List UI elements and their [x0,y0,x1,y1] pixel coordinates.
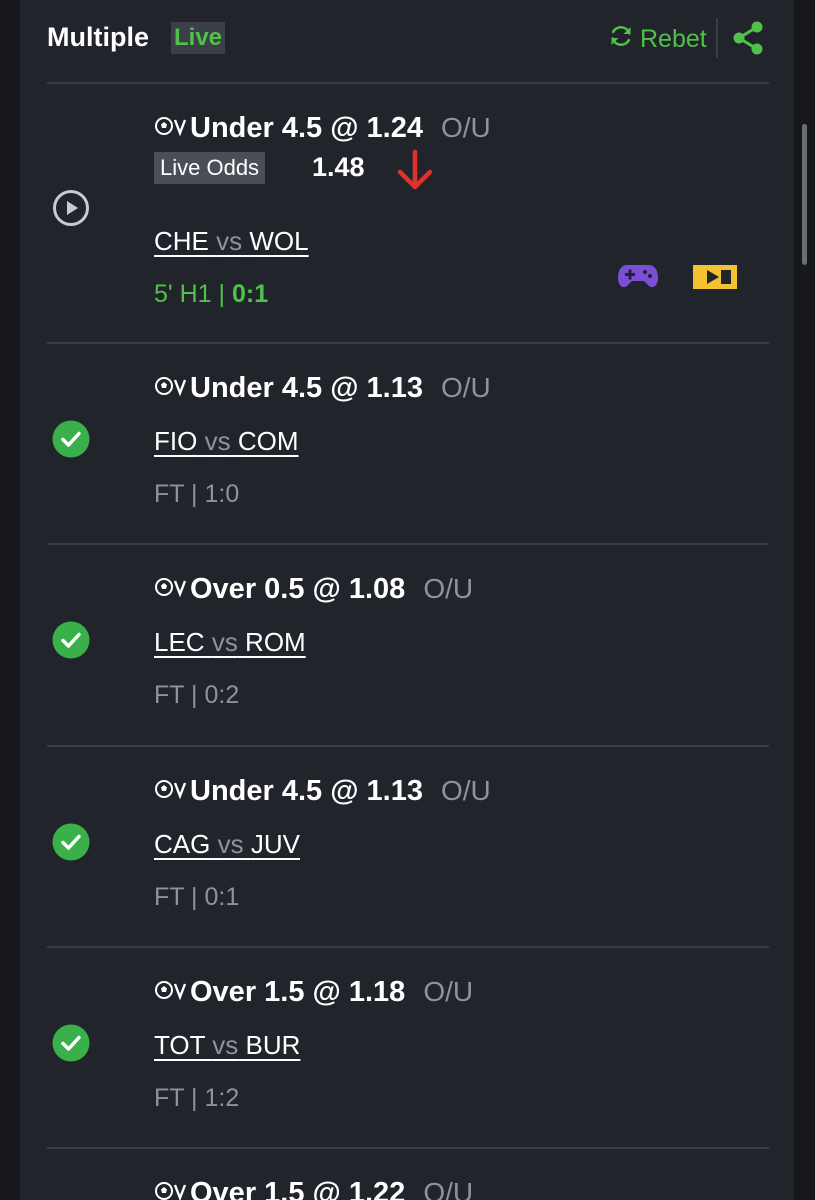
away-team: BUR [245,1030,301,1060]
away-team: JUV [250,829,300,859]
selection-text: Under 4.5 @ 1.13 [190,372,423,404]
market-label: O/U [423,1177,474,1200]
away-team: ROM [245,627,306,657]
home-team: LEC [154,627,205,657]
match-teams[interactable]: CAG vs JUV [154,829,300,860]
soccer-ball-icon [154,115,190,137]
market-label: O/U [441,112,491,143]
selection-text: Under 4.5 @ 1.13 [190,775,423,807]
home-team: CHE [154,226,209,256]
away-team: WOL [249,226,309,256]
bet-leg[interactable]: Over 1.5 @ 1.22 O/U [20,1149,794,1200]
soccer-ball-icon [154,778,190,800]
selection-text: Over 0.5 @ 1.08 [190,573,406,605]
bet-leg[interactable]: Under 4.5 @ 1.13 O/U FIO vs COM FT | 1:0 [20,344,794,543]
selection-line: Under 4.5 @ 1.24 O/U [154,112,491,145]
soccer-ball-icon [154,1180,190,1200]
market-label: O/U [423,976,474,1007]
away-team: COM [237,426,299,456]
market-label: O/U [441,372,491,403]
selection-text: Over 1.5 @ 1.18 [190,976,406,1008]
vs-label: vs [204,426,231,456]
selection-line: Over 0.5 @ 1.08 O/U [154,573,473,606]
home-team: TOT [154,1030,206,1060]
rebet-label: Rebet [640,24,707,53]
bet-leg[interactable]: Under 4.5 @ 1.24 O/U Live Odds 1.48 CHE … [20,84,794,342]
vs-label: vs [212,1030,239,1060]
refresh-icon [608,23,640,56]
selection-line: Over 1.5 @ 1.18 O/U [154,976,473,1009]
share-icon[interactable] [732,20,764,61]
bet-leg[interactable]: Under 4.5 @ 1.13 O/U CAG vs JUV FT | 0:1 [20,747,794,946]
home-team: CAG [154,829,211,859]
bet-leg[interactable]: Over 0.5 @ 1.08 O/U LEC vs ROM FT | 0:2 [20,545,794,744]
check-circle-icon [52,823,90,866]
match-time: 5' H1 | [154,280,232,308]
soccer-ball-icon [154,375,190,397]
header-separator [716,18,718,58]
match-status: 5' H1 | 0:1 [154,280,268,309]
selection-text: Under 4.5 @ 1.24 [190,112,423,144]
gamepad-icon[interactable] [617,262,659,295]
live-score: 0:1 [231,280,269,308]
bet-type-title: Multiple [47,22,149,52]
home-team: FIO [154,426,198,456]
vs-label: vs [211,627,238,657]
match-teams[interactable]: FIO vs COM [154,426,298,457]
bet-leg[interactable]: Over 1.5 @ 1.18 O/U TOT vs BUR FT | 1:2 [20,948,794,1147]
bet-slip-panel: Multiple Live Rebet Under 4.5 @ 1.24 O/U… [20,0,794,1200]
match-result: FT | 1:2 [154,1084,240,1112]
match-result: FT | 0:2 [154,681,240,709]
match-teams[interactable]: CHE vs WOL [154,226,309,257]
check-circle-icon [52,1024,90,1067]
live-badge: Live [171,22,226,54]
scrollbar[interactable] [802,124,807,265]
live-odds-label: Live Odds [154,152,266,184]
check-circle-icon [52,420,90,463]
selection-line: Under 4.5 @ 1.13 O/U [154,372,491,405]
live-odds-value: 1.48 [312,152,365,182]
match-teams[interactable]: TOT vs BUR [154,1030,300,1061]
bet-header: Multiple Live Rebet [20,0,794,82]
soccer-ball-icon [154,576,190,598]
soccer-ball-icon [154,979,190,1001]
match-result: FT | 1:0 [154,480,240,508]
play-icon[interactable] [52,189,90,232]
arrow-down-icon [394,148,436,197]
market-label: O/U [423,573,474,604]
match-teams[interactable]: LEC vs ROM [154,627,306,658]
vs-label: vs [217,829,244,859]
market-label: O/U [441,775,491,806]
selection-line: Under 4.5 @ 1.13 O/U [154,775,491,808]
selection-line: Over 1.5 @ 1.22 O/U [154,1177,473,1200]
selection-text: Over 1.5 @ 1.22 [190,1177,406,1200]
rebet-button[interactable]: Rebet [608,22,707,56]
check-circle-icon [52,621,90,664]
match-result: FT | 0:1 [154,883,240,911]
vs-label: vs [216,226,243,256]
live-stream-icon[interactable] [693,265,737,294]
